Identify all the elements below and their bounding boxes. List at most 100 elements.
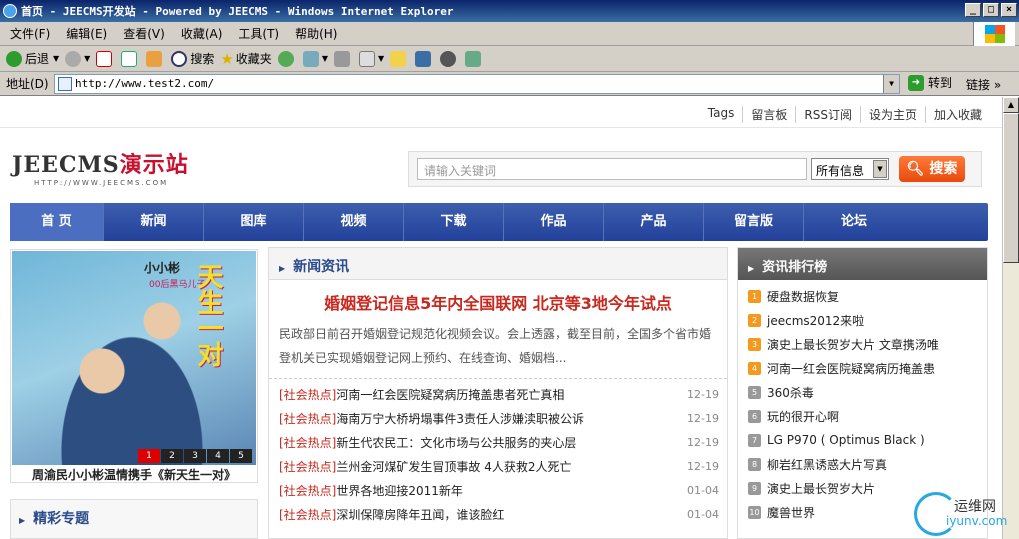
- news-box-title[interactable]: 新闻资讯: [293, 259, 349, 275]
- slide-page-5[interactable]: 5: [230, 449, 252, 463]
- history-button[interactable]: [277, 50, 297, 67]
- rank-title[interactable]: 河南一红会医院疑窝病历掩盖患: [767, 360, 935, 377]
- edit-dropdown-icon[interactable]: ▼: [378, 54, 384, 63]
- toplink-set-home[interactable]: 设为主页: [859, 106, 925, 123]
- tools-button[interactable]: [465, 50, 484, 67]
- menu-tools[interactable]: 工具(T): [238, 25, 279, 42]
- list-item[interactable]: [社会热点] 深圳保障房降年丑闻，谁该脸红 01-04: [279, 502, 719, 526]
- rank-title[interactable]: 硬盘数据恢复: [767, 288, 839, 305]
- list-item[interactable]: [社会热点] 海南万宁大桥坍塌事件3责任人涉嫌渎职被公诉 12-19: [279, 406, 719, 430]
- rank-title[interactable]: 魔兽世界: [767, 504, 815, 521]
- list-item[interactable]: 8 柳岩红黑诱惑大片写真: [748, 452, 984, 476]
- toplink-rss[interactable]: RSS订阅: [795, 106, 860, 123]
- list-item[interactable]: 7 LG P970 ( Optimus Black ): [748, 428, 984, 452]
- menu-edit[interactable]: 编辑(E): [66, 25, 107, 42]
- maximize-button[interactable]: □: [983, 3, 999, 17]
- search-button[interactable]: 搜索: [171, 50, 214, 67]
- rank-title[interactable]: 演史上最长贺岁大片: [767, 480, 875, 497]
- news-title[interactable]: 河南一红会医院疑窝病历掩盖患者死亡真相: [336, 386, 683, 403]
- rank-title[interactable]: 360杀毒: [767, 384, 814, 401]
- forward-button[interactable]: ▼: [65, 50, 90, 67]
- news-headline[interactable]: 婚姻登记信息5年内全国联网 北京等3地今年试点: [269, 290, 727, 314]
- menu-file[interactable]: 文件(F): [10, 25, 50, 42]
- scroll-up-icon[interactable]: ▲: [1003, 97, 1019, 113]
- nav-home[interactable]: 首 页: [10, 203, 104, 241]
- news-title[interactable]: 世界各地迎接2011新年: [336, 482, 683, 499]
- rank-title[interactable]: jeecms2012来啦: [767, 312, 864, 329]
- messenger-button[interactable]: [415, 50, 434, 67]
- slideshow-image[interactable]: 小小彬 00后黑马儿子 天生一对 1 2 3 4 5: [12, 251, 256, 465]
- slideshow-caption[interactable]: 周渝民小小彬温情携手《新天生一对》: [11, 466, 257, 484]
- refresh-button[interactable]: [121, 50, 140, 67]
- print-button[interactable]: [333, 50, 353, 67]
- list-item[interactable]: 4 河南一红会医院疑窝病历掩盖患: [748, 356, 984, 380]
- news-category[interactable]: [社会热点]: [279, 434, 336, 451]
- scroll-thumb[interactable]: [1003, 113, 1019, 263]
- news-category[interactable]: [社会热点]: [279, 410, 336, 427]
- address-input[interactable]: http://www.test2.com/ ▼: [54, 74, 900, 94]
- nav-download[interactable]: 下载: [404, 203, 504, 241]
- mail-dropdown-icon[interactable]: ▼: [322, 54, 328, 63]
- menu-help[interactable]: 帮助(H): [295, 25, 337, 42]
- news-title[interactable]: 海南万宁大桥坍塌事件3责任人涉嫌渎职被公诉: [336, 410, 683, 427]
- news-title[interactable]: 深圳保障房降年丑闻，谁该脸红: [336, 506, 683, 523]
- news-category[interactable]: [社会热点]: [279, 506, 336, 523]
- list-item[interactable]: 6 玩的很开心啊: [748, 404, 984, 428]
- rank-title[interactable]: LG P970 ( Optimus Black ): [767, 433, 925, 447]
- research-button[interactable]: [440, 50, 459, 67]
- nav-forum[interactable]: 论坛: [804, 203, 904, 241]
- edit-button[interactable]: ▼: [358, 50, 384, 67]
- toplink-add-favorite[interactable]: 加入收藏: [924, 106, 990, 123]
- slide-page-4[interactable]: 4: [207, 449, 229, 463]
- toplink-guestbook[interactable]: 留言板: [742, 106, 795, 123]
- news-title[interactable]: 新生代农民工：文化市场与公共服务的夹心层: [336, 434, 683, 451]
- rank-number: 4: [748, 361, 761, 375]
- address-dropdown-icon[interactable]: ▼: [883, 75, 899, 93]
- slide-page-3[interactable]: 3: [184, 449, 206, 463]
- toplink-tags[interactable]: Tags: [700, 106, 743, 123]
- mail-button[interactable]: ▼: [302, 50, 328, 67]
- list-item[interactable]: 1 硬盘数据恢复: [748, 284, 984, 308]
- links-button[interactable]: 链接 »: [966, 76, 1001, 93]
- nav-works[interactable]: 作品: [504, 203, 604, 241]
- main-nav: 首 页 新闻 图库 视频 下载 作品 产品 留言版 论坛: [10, 203, 988, 241]
- search-scope-select[interactable]: 所有信息 ▼: [811, 158, 889, 180]
- home-button[interactable]: [146, 50, 165, 67]
- slide-page-2[interactable]: 2: [161, 449, 183, 463]
- go-button[interactable]: ➜ 转到: [908, 74, 952, 91]
- news-category[interactable]: [社会热点]: [279, 386, 336, 403]
- stop-button[interactable]: [96, 50, 115, 67]
- list-item[interactable]: [社会热点] 兰州金河煤矿发生冒顶事故 4人获救2人死亡 12-19: [279, 454, 719, 478]
- search-submit-button[interactable]: 🔍︎ 搜索: [899, 156, 965, 182]
- rank-title[interactable]: 柳岩红黑诱惑大片写真: [767, 456, 887, 473]
- favorites-button[interactable]: ★ 收藏夹: [220, 50, 271, 68]
- news-category[interactable]: [社会热点]: [279, 482, 336, 499]
- news-title[interactable]: 兰州金河煤矿发生冒顶事故 4人获救2人死亡: [336, 458, 683, 475]
- list-item[interactable]: 3 演史上最长贺岁大片 文章携汤唯: [748, 332, 984, 356]
- nav-news[interactable]: 新闻: [104, 203, 204, 241]
- discuss-button[interactable]: [390, 50, 409, 67]
- nav-products[interactable]: 产品: [604, 203, 704, 241]
- nav-gallery[interactable]: 图库: [204, 203, 304, 241]
- list-item[interactable]: 5 360杀毒: [748, 380, 984, 404]
- news-category[interactable]: [社会热点]: [279, 458, 336, 475]
- minimize-button[interactable]: _: [965, 3, 981, 17]
- list-item[interactable]: [社会热点] 河南一红会医院疑窝病历掩盖患者死亡真相 12-19: [279, 382, 719, 406]
- forward-dropdown-icon[interactable]: ▼: [84, 54, 90, 63]
- list-item[interactable]: [社会热点] 世界各地迎接2011新年 01-04: [279, 478, 719, 502]
- menu-favorites[interactable]: 收藏(A): [181, 25, 223, 42]
- list-item[interactable]: 2 jeecms2012来啦: [748, 308, 984, 332]
- list-item[interactable]: [社会热点] 新生代农民工：文化市场与公共服务的夹心层 12-19: [279, 430, 719, 454]
- close-button[interactable]: ×: [1001, 3, 1017, 17]
- rank-title[interactable]: 演史上最长贺岁大片 文章携汤唯: [767, 336, 939, 353]
- search-input[interactable]: 请输入关键词: [417, 158, 807, 180]
- vertical-scrollbar[interactable]: ▲: [1002, 97, 1019, 539]
- site-logo[interactable]: JEECMS演示站 HTTP://WWW.JEECMS.COM: [12, 147, 189, 187]
- menu-view[interactable]: 查看(V): [123, 25, 165, 42]
- nav-guestbook[interactable]: 留言版: [704, 203, 804, 241]
- back-button[interactable]: 后退 ▼: [6, 50, 59, 67]
- slide-page-1[interactable]: 1: [138, 449, 160, 463]
- rank-title[interactable]: 玩的很开心啊: [767, 408, 839, 425]
- back-dropdown-icon[interactable]: ▼: [53, 54, 59, 63]
- nav-video[interactable]: 视频: [304, 203, 404, 241]
